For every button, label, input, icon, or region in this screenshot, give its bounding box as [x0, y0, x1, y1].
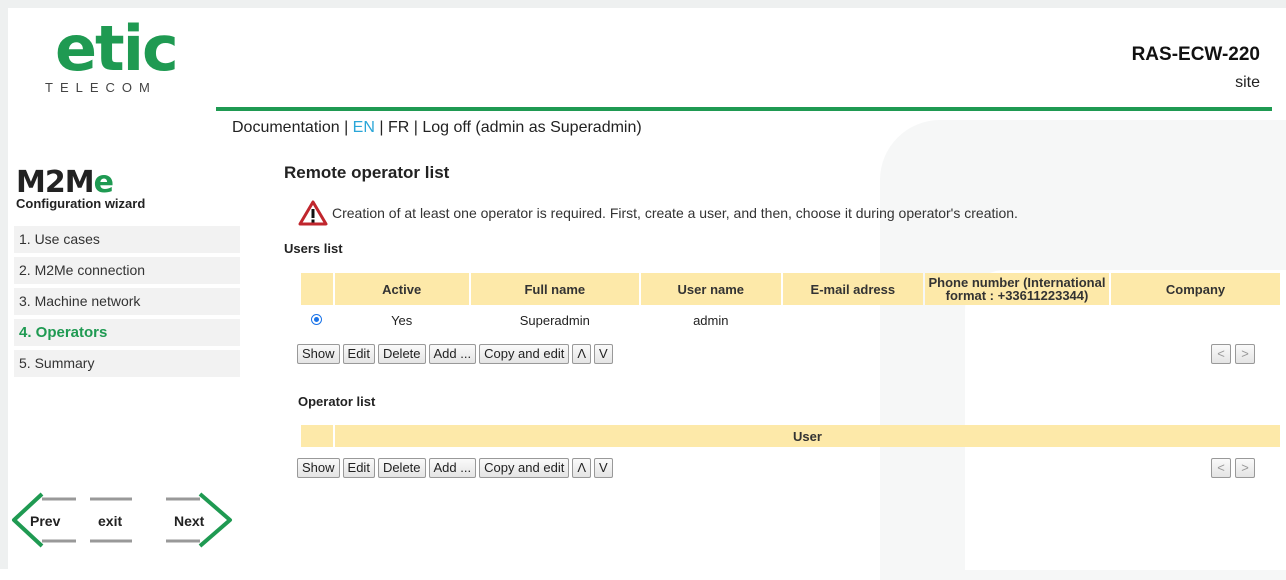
wizard-step-summary[interactable]: 5. Summary: [14, 350, 240, 377]
exit-label: exit: [98, 513, 122, 529]
warning-icon: [298, 200, 328, 226]
row-select-cell[interactable]: [301, 305, 333, 335]
wizard-step-machine-network[interactable]: 3. Machine network: [14, 288, 240, 315]
column-header-user-name[interactable]: User name: [640, 273, 781, 305]
users-move-down-button[interactable]: V: [594, 344, 613, 364]
wizard-step-m2me-connection[interactable]: 2. M2Me connection: [14, 257, 240, 284]
column-header-active[interactable]: Active: [334, 273, 469, 305]
wizard-steps: 1. Use cases 2. M2Me connection 3. Machi…: [14, 226, 240, 381]
logoff-link[interactable]: Log off (admin as Superadmin): [422, 119, 641, 136]
column-header-phone[interactable]: Phone number (International format : +33…: [924, 273, 1110, 305]
users-move-up-button[interactable]: Λ: [572, 344, 592, 364]
warning-text: Creation of at least one operator is req…: [332, 205, 1018, 221]
column-header-company[interactable]: Company: [1111, 273, 1280, 305]
cell-email: [783, 305, 923, 335]
column-header-user[interactable]: User: [335, 425, 1280, 447]
column-header-full-name[interactable]: Full name: [470, 273, 639, 305]
operators-move-down-button[interactable]: V: [594, 458, 613, 478]
operators-delete-button[interactable]: Delete: [377, 458, 426, 478]
users-list-title: Users list: [284, 241, 343, 256]
operators-pager: < >: [1211, 458, 1255, 478]
product-info: RAS-ECW-220 site: [1132, 44, 1260, 92]
nav-separator: |: [409, 119, 423, 136]
next-label: Next: [174, 513, 205, 529]
select-column-header: [301, 273, 333, 305]
operators-copy-edit-button[interactable]: Copy and edit: [479, 458, 570, 478]
cell-company: [1111, 305, 1280, 335]
next-arrow-icon: [198, 492, 232, 548]
product-model: RAS-ECW-220: [1131, 44, 1260, 65]
table-row[interactable]: Yes Superadmin admin: [301, 305, 1280, 335]
warning-message: Creation of at least one operator is req…: [298, 200, 1018, 226]
documentation-link[interactable]: Documentation: [232, 119, 340, 136]
operators-show-button[interactable]: Show: [297, 458, 340, 478]
row-radio-selected[interactable]: [311, 313, 323, 325]
main-content: Remote operator list: [284, 163, 449, 183]
operators-table: User: [299, 425, 1282, 447]
m2me-logo: M2Me Configuration wizard: [16, 165, 146, 212]
nav-separator: |: [339, 119, 353, 136]
users-pager: < >: [1211, 344, 1255, 364]
wizard-step-operators[interactable]: 4. Operators: [14, 319, 240, 346]
users-show-button[interactable]: Show: [297, 344, 340, 364]
top-navigation: Documentation | EN | FR | Log off (admin…: [232, 119, 642, 137]
operators-prev-page-button[interactable]: <: [1211, 458, 1231, 478]
prev-label: Prev: [30, 513, 61, 529]
users-table-header: Active Full name User name E-mail adress…: [301, 273, 1280, 305]
cell-user-name: admin: [693, 312, 729, 328]
users-table: Active Full name User name E-mail adress…: [299, 273, 1282, 335]
cell-phone: [925, 305, 1109, 335]
users-copy-edit-button[interactable]: Copy and edit: [479, 344, 570, 364]
operators-next-page-button[interactable]: >: [1235, 458, 1255, 478]
wizard-subtitle: Configuration wizard: [16, 196, 146, 211]
users-next-page-button[interactable]: >: [1235, 344, 1255, 364]
m2me-logo-main: M2M: [16, 165, 95, 200]
operators-edit-button[interactable]: Edit: [342, 458, 375, 478]
users-toolbar: Show Edit Delete Add ... Copy and edit Λ…: [297, 344, 613, 364]
logo-text: etic: [55, 12, 179, 85]
lang-fr-link[interactable]: FR: [388, 119, 409, 136]
site-name: site: [1235, 74, 1260, 91]
select-column-header: [301, 425, 333, 447]
page-title: Remote operator list: [284, 163, 450, 182]
m2me-logo-e: e: [93, 165, 114, 200]
exit-button[interactable]: exit: [90, 497, 132, 543]
column-header-email[interactable]: E-mail adress: [782, 273, 923, 305]
cell-full-name: Superadmin: [519, 312, 590, 328]
cell-active: Yes: [391, 312, 413, 328]
wizard-step-use-cases[interactable]: 1. Use cases: [14, 226, 240, 253]
wizard-navigation: Prev exit Next: [12, 492, 232, 548]
next-button[interactable]: Next: [166, 492, 232, 548]
lang-en-link[interactable]: EN: [353, 119, 375, 136]
top-frame-border: [0, 0, 1286, 8]
users-edit-button[interactable]: Edit: [342, 344, 375, 364]
users-delete-button[interactable]: Delete: [377, 344, 426, 364]
operators-table-header: User: [301, 425, 1280, 447]
prev-button[interactable]: Prev: [12, 492, 76, 548]
users-prev-page-button[interactable]: <: [1211, 344, 1231, 364]
header-divider: [216, 107, 1272, 111]
left-frame-border: [0, 0, 8, 569]
users-add-button[interactable]: Add ...: [428, 344, 477, 364]
operators-move-up-button[interactable]: Λ: [572, 458, 592, 478]
etic-telecom-logo: etic TELECOM: [45, 12, 179, 96]
nav-separator: |: [374, 119, 388, 136]
operators-add-button[interactable]: Add ...: [428, 458, 477, 478]
operator-list-title: Operator list: [298, 394, 376, 409]
operators-toolbar: Show Edit Delete Add ... Copy and edit Λ…: [297, 458, 613, 478]
